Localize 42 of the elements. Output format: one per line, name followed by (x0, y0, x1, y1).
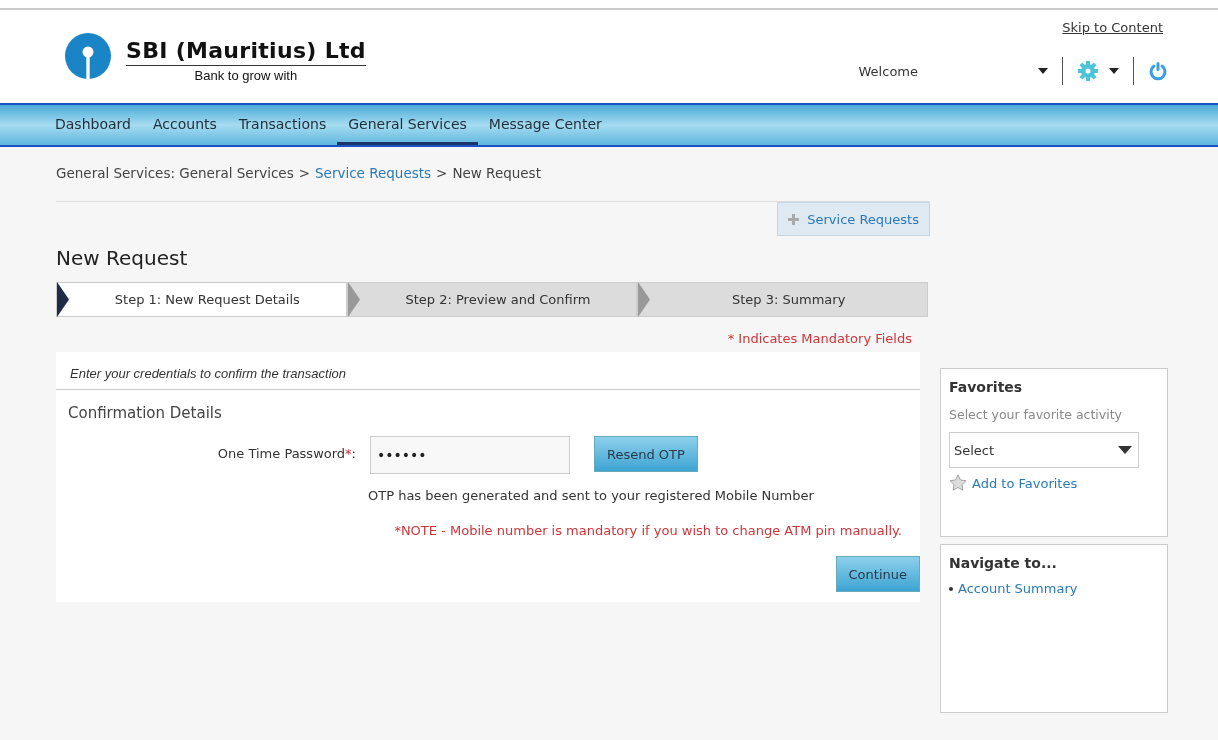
continue-button[interactable]: Continue (835, 556, 920, 592)
service-requests-button[interactable]: Service Requests (777, 202, 930, 236)
caret-icon[interactable] (1109, 68, 1119, 74)
breadcrumb-text: > (298, 165, 310, 181)
breadcrumb-text: > (436, 165, 448, 181)
add-to-favorites-link[interactable]: Add to Favorites (972, 475, 1078, 491)
note-text: *NOTE - Mobile number is mandatory if you wish to change ATM pin manually. (393, 523, 902, 538)
page-title: New Request (56, 246, 189, 270)
nav-tab[interactable]: Message Center (477, 105, 613, 145)
activity-dropdown[interactable]: Select (949, 432, 1139, 468)
chevron-icon (57, 282, 69, 317)
nav-tab[interactable]: General Services (337, 105, 478, 145)
plus-icon (788, 213, 800, 225)
breadcrumb-link[interactable]: Service Requests (315, 165, 432, 181)
nav-tab[interactable]: Transactions (227, 105, 338, 145)
bank-logo-icon (64, 32, 112, 80)
panel-title: Navigate to... (949, 555, 1058, 571)
star-icon (949, 474, 967, 492)
welcome-text: Welcome (858, 63, 918, 79)
breadcrumb-text: General Services: General Services (56, 165, 294, 181)
caret-icon (1118, 446, 1132, 454)
bullet-icon (949, 586, 953, 591)
section-title: Confirmation Details (67, 403, 223, 424)
field-label: One Time Password*: (216, 445, 356, 461)
account-summary-link[interactable]: Account Summary (958, 581, 1078, 596)
otp-message: OTP has been generated and sent to your registered Mobile Number (368, 488, 815, 503)
hint-text: Select your favorite activity (949, 407, 1123, 422)
nav-tab[interactable]: Accounts (141, 105, 228, 145)
mandatory-note: * Indicates Mandatory Fields (726, 331, 912, 346)
tagline: Bank to grow with (194, 68, 298, 83)
panel-title: Favorites (949, 379, 1024, 395)
nav-tab[interactable]: Dashboard (44, 105, 142, 145)
caret-icon[interactable] (1038, 68, 1048, 74)
otp-input-field[interactable]: •••••• (370, 436, 570, 474)
instruction-text: Enter your credentials to confirm the transaction (56, 352, 920, 390)
resend-otp-button[interactable]: Resend OTP (594, 436, 698, 472)
power-icon[interactable] (1148, 61, 1168, 81)
chevron-icon (638, 282, 651, 317)
skip-to-content-link[interactable]: Skip to Content (1062, 20, 1163, 35)
breadcrumb-text: New Request (452, 165, 541, 181)
bank-name: SBI (Mauritius) Ltd (126, 32, 366, 66)
chevron-icon (347, 282, 360, 317)
